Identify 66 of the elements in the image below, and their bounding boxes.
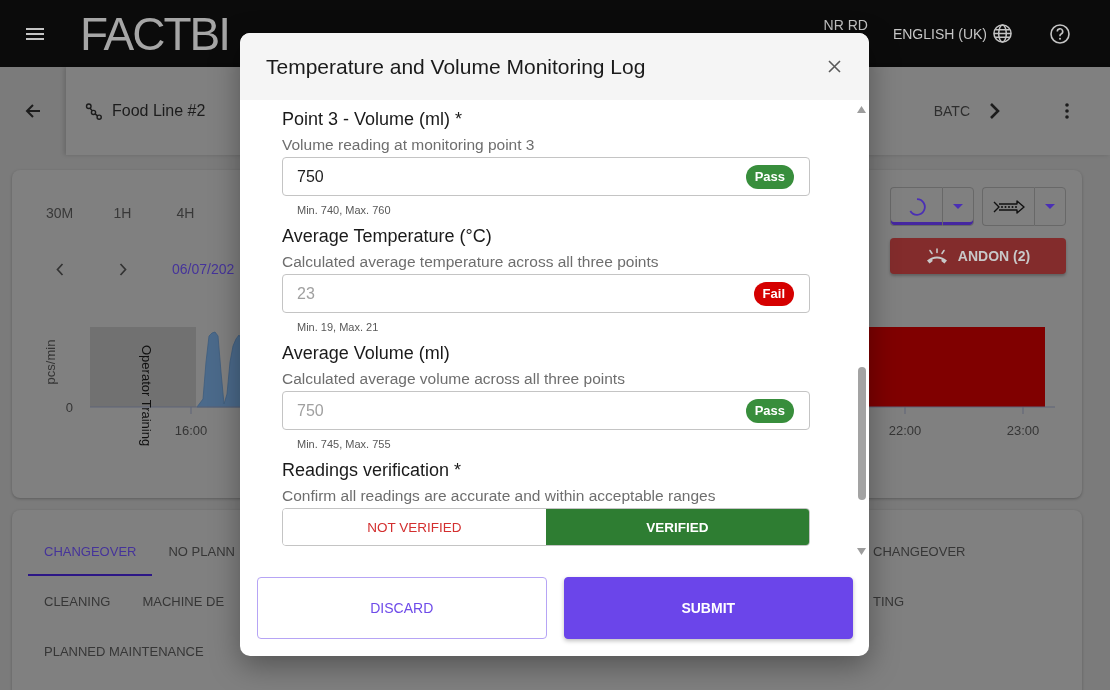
time-range-tab[interactable]: 1H — [91, 190, 154, 236]
more-icon[interactable] — [1065, 103, 1069, 119]
ringing-phone-icon — [925, 247, 948, 265]
tab[interactable]: BATC — [933, 103, 970, 119]
reason-tab[interactable]: PLANNED MAINTENANCE — [28, 626, 220, 676]
date-link[interactable]: 06/07/202 — [172, 261, 235, 277]
status-badge: Pass — [745, 398, 794, 423]
dotted-arrow-icon — [992, 199, 1025, 214]
scroll-down-icon[interactable] — [857, 548, 866, 555]
user-name: NR RD — [823, 17, 868, 33]
reason-tab[interactable]: CHANGEOVER — [28, 526, 153, 576]
reason-tab[interactable]: NO PLANN — [152, 526, 235, 576]
band-label: Operator Training — [139, 345, 154, 447]
field-description: Calculated average temperature across all three points — [282, 252, 660, 272]
range-hint: Min. 19, Max. 21 — [296, 320, 380, 334]
field-description: Volume reading at monitoring point 3 — [282, 135, 536, 155]
dropdown-button[interactable] — [942, 187, 974, 226]
line-name: Food Line #2 — [112, 102, 206, 120]
reason-tab[interactable]: CHANGEOVER — [870, 526, 982, 576]
field-description: Confirm all readings are accurate and within acceptable ranges — [282, 486, 717, 506]
chevron-left-icon — [55, 262, 64, 276]
scroll-up-icon[interactable] — [857, 106, 866, 113]
number-field: 750 Pass — [282, 391, 810, 430]
time-range-tab[interactable]: 30M — [28, 190, 91, 236]
caret-icon — [1045, 204, 1055, 209]
field-label: Average Volume (ml) — [282, 342, 451, 364]
dropdown-button[interactable] — [1034, 187, 1066, 226]
axis-tick-label: 16:00 — [174, 423, 208, 438]
andon-button[interactable]: ANDON (2) — [890, 238, 1066, 274]
help-icon[interactable] — [1050, 23, 1070, 44]
field-description: Calculated average volume across all three points — [282, 369, 626, 389]
field-label: Average Temperature (°C) — [282, 225, 493, 247]
node-tree-icon — [85, 102, 102, 120]
time-range-tab[interactable]: 4H — [154, 190, 217, 236]
view-button[interactable] — [890, 187, 942, 226]
reason-tab[interactable]: CLEANING — [28, 576, 127, 626]
logo: FACTBI — [80, 10, 230, 57]
range-hint: Min. 745, Max. 755 — [296, 437, 392, 451]
range-hint: Min. 740, Max. 760 — [296, 203, 392, 217]
submit-button[interactable]: SUBMIT — [563, 577, 853, 639]
close-icon — [827, 60, 841, 73]
dialog-title: Temperature and Volume Monitoring Log — [266, 54, 646, 79]
axis-title: pcs/min — [42, 339, 58, 385]
status-badge: Fail — [753, 281, 794, 306]
reason-tab[interactable]: MACHINE DE — [126, 576, 225, 626]
scrollbar-thumb[interactable] — [857, 367, 866, 500]
axis-tick-label: 0 — [65, 400, 73, 415]
chevron-right-icon — [118, 262, 127, 276]
status-badge: Pass — [745, 164, 794, 189]
chevron-right-icon[interactable] — [989, 102, 1001, 120]
menu-icon[interactable] — [26, 27, 44, 40]
discard-button[interactable]: DISCARD — [257, 577, 547, 639]
language-button[interactable]: ENGLISH (UK) — [892, 24, 1012, 43]
view-button[interactable] — [982, 187, 1034, 226]
caret-icon — [953, 204, 963, 209]
number-field: 23 Fail — [282, 274, 810, 313]
axis-tick-label: 22:00 — [888, 423, 922, 438]
spinner-icon — [907, 197, 926, 216]
globe-icon — [993, 24, 1012, 43]
number-field[interactable]: 750 Pass — [282, 157, 810, 196]
back-arrow-icon[interactable] — [25, 103, 41, 119]
axis-tick-label: 23:00 — [1006, 423, 1040, 438]
field-label: Readings verification * — [282, 459, 463, 481]
reason-tab[interactable]: TING — [870, 576, 921, 626]
field-label: Point 3 - Volume (ml) * — [282, 108, 464, 130]
toggle-option[interactable]: VERIFIED — [546, 509, 809, 545]
